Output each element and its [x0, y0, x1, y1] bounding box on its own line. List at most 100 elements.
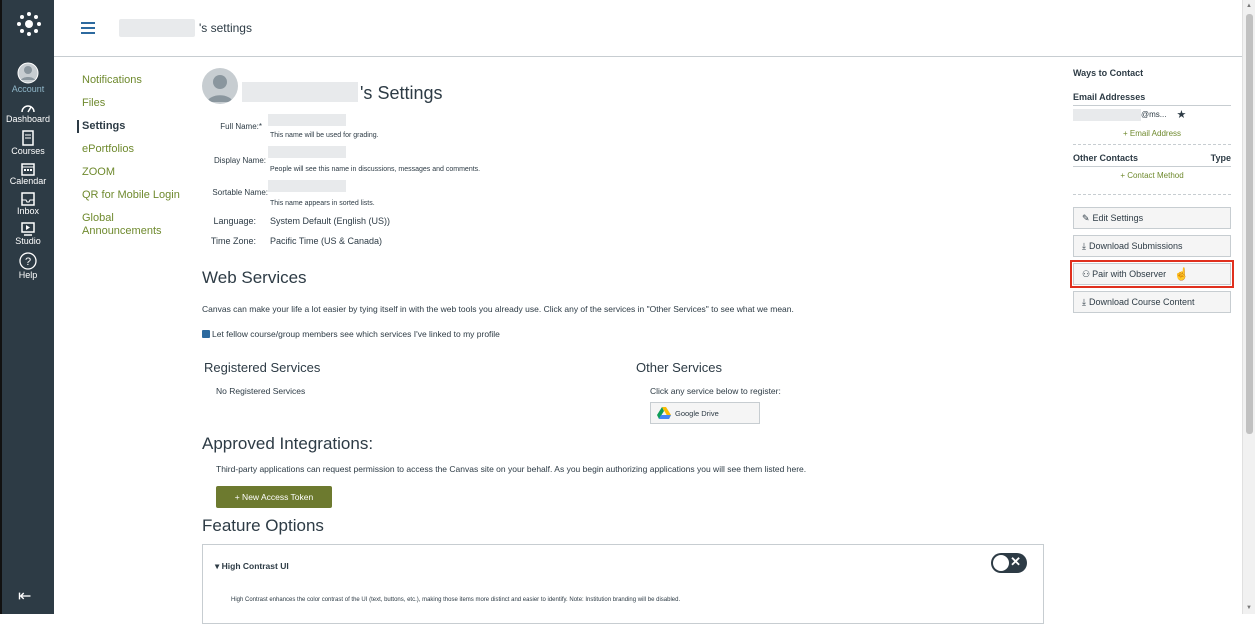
full-name-label: Full Name:* — [220, 122, 262, 131]
high-contrast-toggle[interactable]: ✕ — [991, 553, 1027, 573]
sortable-name-value[interactable] — [268, 180, 346, 192]
email-suffix: @ms... — [1141, 110, 1167, 119]
feature-title-text: High Contrast UI — [221, 561, 289, 571]
feature-option-high-contrast: ▾ High Contrast UI ✕ High Contrast enhan… — [202, 544, 1044, 624]
inbox-icon — [21, 192, 35, 206]
feature-desc: High Contrast enhances the color contras… — [231, 597, 681, 603]
left-nav-global-announcements[interactable]: Global Announcements — [82, 212, 162, 238]
google-drive-label: Google Drive — [675, 408, 719, 418]
nav-calendar-label: Calendar — [9, 176, 47, 186]
hamburger-menu-icon[interactable] — [81, 19, 95, 37]
download-course-content-label: Download Course Content — [1088, 297, 1195, 307]
web-services-desc: Canvas can make your life a lot easier b… — [202, 304, 794, 314]
share-services-checkbox[interactable] — [202, 330, 210, 338]
language-value: System Default (English (US)) — [270, 216, 391, 226]
sortable-name-help: This name appears in sorted lists. — [270, 200, 375, 207]
toggle-off-icon: ✕ — [1010, 554, 1021, 569]
courses-icon — [22, 130, 34, 146]
dashboard-icon — [21, 105, 35, 113]
help-icon: ? — [19, 252, 37, 270]
left-nav-zoom[interactable]: ZOOM — [82, 166, 192, 179]
new-access-token-button[interactable]: + New Access Token — [216, 486, 332, 508]
display-name-value[interactable] — [268, 146, 346, 158]
other-contacts-section: Other Contacts Type — [1073, 153, 1231, 167]
page-header: 's settings — [54, 0, 1242, 57]
nav-dashboard[interactable]: Dashboard — [2, 100, 54, 124]
nav-dashboard-label: Dashboard — [5, 114, 51, 124]
ways-to-contact-heading: Ways to Contact — [1073, 68, 1144, 78]
account-icon — [17, 62, 39, 84]
other-services-heading: Other Services — [636, 360, 722, 375]
pair-with-observer-button[interactable]: ⚇ Pair with Observer ☝ — [1070, 260, 1234, 288]
download-submissions-label: Download Submissions — [1088, 241, 1183, 251]
avatar[interactable] — [202, 68, 238, 104]
display-name-help: People will see this name in discussions… — [270, 166, 481, 173]
hand-cursor-icon: ☝ — [1174, 267, 1190, 281]
scroll-down-icon[interactable]: ▼ — [1246, 605, 1252, 611]
left-nav-settings[interactable]: Settings — [77, 120, 192, 133]
settings-navigation: Notifications Files Settings ePortfolios… — [77, 74, 192, 248]
edit-settings-label: Edit Settings — [1092, 213, 1144, 223]
svg-text:?: ? — [25, 256, 31, 268]
download-course-content-button[interactable]: ⤓ Download Course Content — [1073, 291, 1231, 313]
contact-sidebar: Ways to Contact Email Addresses @ms... ★… — [1070, 68, 1234, 313]
left-nav-qr-login[interactable]: QR for Mobile Login — [82, 189, 192, 202]
other-services-hint: Click any service below to register: — [650, 386, 781, 396]
divider — [1073, 194, 1231, 195]
nav-inbox-label: Inbox — [16, 206, 40, 216]
default-email-star-icon: ★ — [1176, 109, 1187, 121]
registered-services-empty: No Registered Services — [216, 386, 306, 396]
feature-options-heading: Feature Options — [202, 516, 324, 535]
page-title: 's Settings — [360, 83, 443, 103]
edit-settings-button[interactable]: ✎ Edit Settings — [1073, 207, 1231, 229]
download-icon: ⤓ — [1082, 296, 1086, 307]
global-navigation: Account Dashboard Courses Calendar Inbox… — [0, 0, 54, 614]
approved-integrations-heading: Approved Integrations: — [202, 434, 374, 453]
observer-icon: ⚇ — [1082, 268, 1091, 279]
type-heading: Type — [1210, 153, 1231, 163]
add-email-link[interactable]: + Email Address — [1073, 129, 1231, 138]
google-drive-button[interactable]: Google Drive — [650, 402, 760, 424]
full-name-help: This name will be used for grading. — [270, 132, 379, 139]
add-contact-method-link[interactable]: + Contact Method — [1073, 171, 1231, 180]
share-services-label: Let fellow course/group members see whic… — [212, 329, 500, 339]
feature-title[interactable]: ▾ High Contrast UI — [215, 561, 289, 572]
redacted-name — [242, 82, 358, 102]
nav-studio[interactable]: Studio — [2, 222, 54, 246]
email-addresses-section: Email Addresses — [1073, 92, 1231, 106]
scrollbar-thumb[interactable] — [1246, 14, 1253, 434]
left-nav-notifications[interactable]: Notifications — [82, 74, 192, 87]
page-scrollbar[interactable]: ▲ ▼ — [1242, 0, 1255, 614]
nav-inbox[interactable]: Inbox — [2, 192, 54, 216]
studio-icon — [21, 222, 35, 236]
google-drive-icon — [657, 407, 671, 419]
avatar-icon — [207, 75, 233, 102]
registered-services-heading: Registered Services — [204, 360, 321, 375]
other-contacts-heading: Other Contacts — [1073, 153, 1139, 163]
download-submissions-button[interactable]: ⤓ Download Submissions — [1073, 235, 1231, 257]
left-nav-files[interactable]: Files — [82, 97, 192, 110]
web-services-heading: Web Services — [202, 268, 307, 287]
collapse-nav-icon[interactable]: ⇤ — [18, 586, 31, 606]
toggle-knob — [993, 555, 1009, 571]
nav-calendar[interactable]: Calendar — [2, 162, 54, 186]
calendar-icon — [21, 163, 35, 176]
nav-help-label: Help — [18, 270, 38, 280]
canvas-logo[interactable] — [2, 0, 56, 48]
divider — [1073, 144, 1231, 145]
email-row[interactable]: @ms... ★ — [1073, 108, 1231, 121]
pair-with-observer-label: Pair with Observer — [1092, 269, 1167, 279]
download-icon: ⤓ — [1082, 240, 1086, 251]
nav-help[interactable]: ? Help — [2, 252, 54, 280]
nav-courses[interactable]: Courses — [2, 130, 54, 156]
email-addresses-heading: Email Addresses — [1073, 92, 1146, 102]
full-name-value[interactable] — [268, 114, 346, 126]
scroll-up-icon[interactable]: ▲ — [1246, 3, 1252, 9]
nav-studio-label: Studio — [15, 236, 41, 246]
timezone-label: Time Zone: — [210, 236, 256, 246]
left-nav-eportfolios[interactable]: ePortfolios — [82, 143, 192, 156]
nav-account-label: Account — [11, 84, 45, 94]
nav-account[interactable]: Account — [2, 62, 54, 94]
canvas-logo-icon — [17, 12, 41, 36]
redacted-user-name — [119, 19, 195, 37]
